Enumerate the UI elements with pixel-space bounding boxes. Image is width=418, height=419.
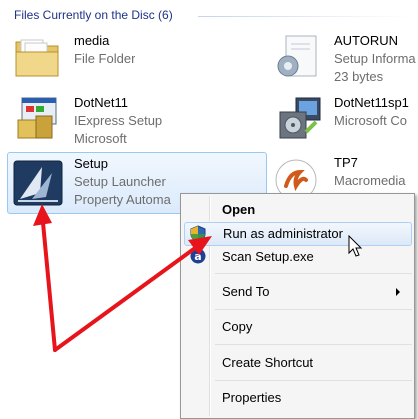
annotation-arrow-to-run-as-admin — [53, 241, 204, 352]
arrowhead-setup-icon — [33, 204, 52, 226]
annotation-arrows — [33, 204, 212, 352]
annotation-arrow-to-setup — [40, 210, 57, 352]
mouse-cursor-icon — [348, 235, 363, 257]
